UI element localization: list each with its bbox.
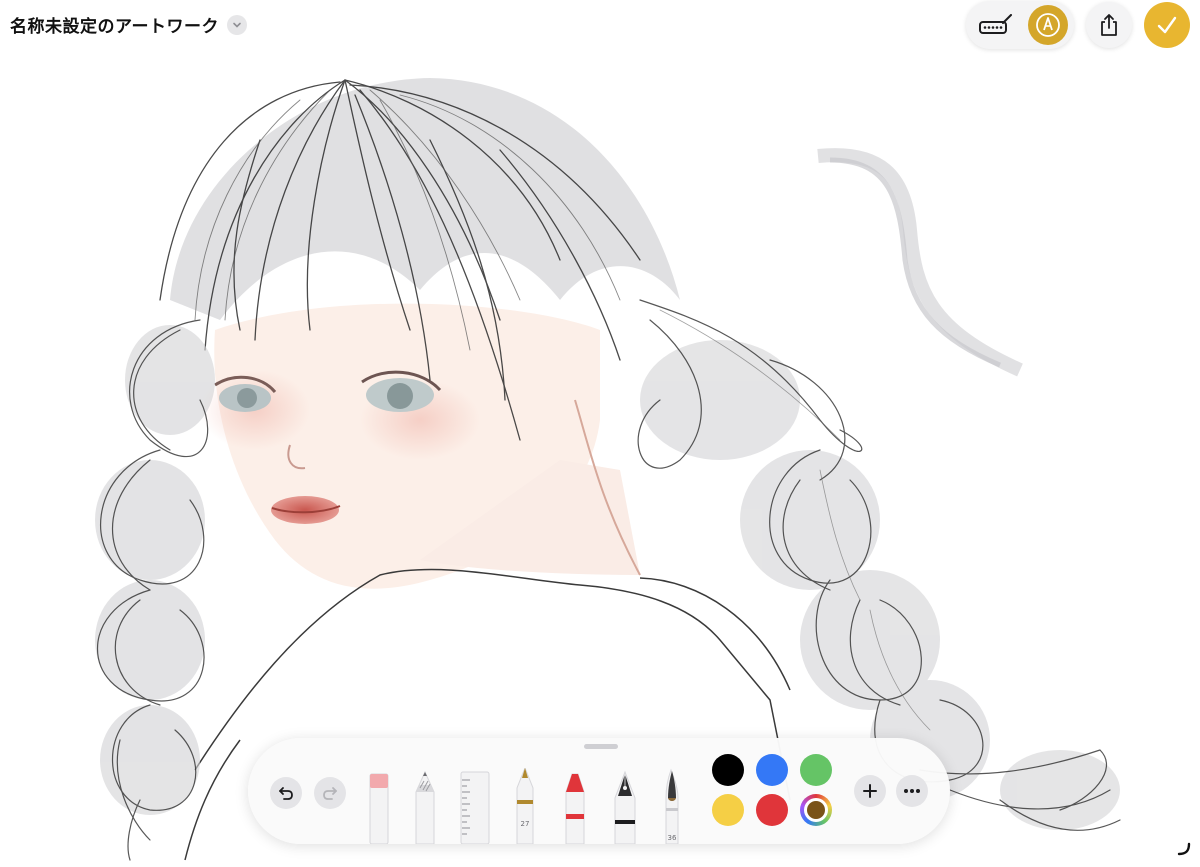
selected-color-indicator (807, 801, 825, 819)
share-icon[interactable] (1086, 2, 1132, 48)
palette-grabber[interactable] (584, 744, 618, 749)
ruler-tool[interactable] (458, 768, 492, 844)
document-title[interactable]: 名称未設定のアートワーク (10, 12, 219, 37)
watercolor-brush-size: 36 (668, 834, 677, 842)
crayon-tool[interactable] (558, 768, 592, 844)
tool-palette: 27 36 (248, 738, 950, 844)
background-stroke (817, 148, 1023, 377)
eraser-tool[interactable] (362, 768, 396, 844)
color-swatch-yellow[interactable] (712, 794, 744, 826)
markup-pen-icon[interactable] (1028, 5, 1068, 45)
color-swatch-red[interactable] (756, 794, 788, 826)
pencil-tool[interactable] (408, 768, 442, 844)
monoline-pen-size: 27 (521, 820, 530, 828)
pen-keyboard-icon[interactable] (978, 14, 1014, 36)
fountain-pen-tool[interactable] (608, 768, 642, 844)
color-swatch-green[interactable] (800, 754, 832, 786)
tool-group-pill (966, 1, 1074, 49)
color-picker-wheel[interactable] (800, 794, 832, 826)
artwork-canvas[interactable] (0, 0, 1200, 867)
undo-icon[interactable] (270, 777, 302, 809)
color-swatch-black[interactable] (712, 754, 744, 786)
document-title-area[interactable]: 名称未設定のアートワーク (10, 12, 247, 37)
chevron-down-icon[interactable] (226, 14, 247, 35)
left-braid (95, 319, 215, 861)
color-swatch-blue[interactable] (756, 754, 788, 786)
more-icon[interactable] (896, 775, 928, 807)
resize-corner-icon[interactable] (1176, 841, 1192, 861)
monoline-pen-tool[interactable]: 27 (508, 768, 542, 844)
checkmark-icon[interactable] (1144, 2, 1190, 48)
watercolor-brush-tool[interactable]: 36 (656, 768, 690, 844)
top-toolbar (966, 0, 1190, 50)
face (200, 303, 641, 589)
redo-icon[interactable] (314, 777, 346, 809)
plus-icon[interactable] (854, 775, 886, 807)
